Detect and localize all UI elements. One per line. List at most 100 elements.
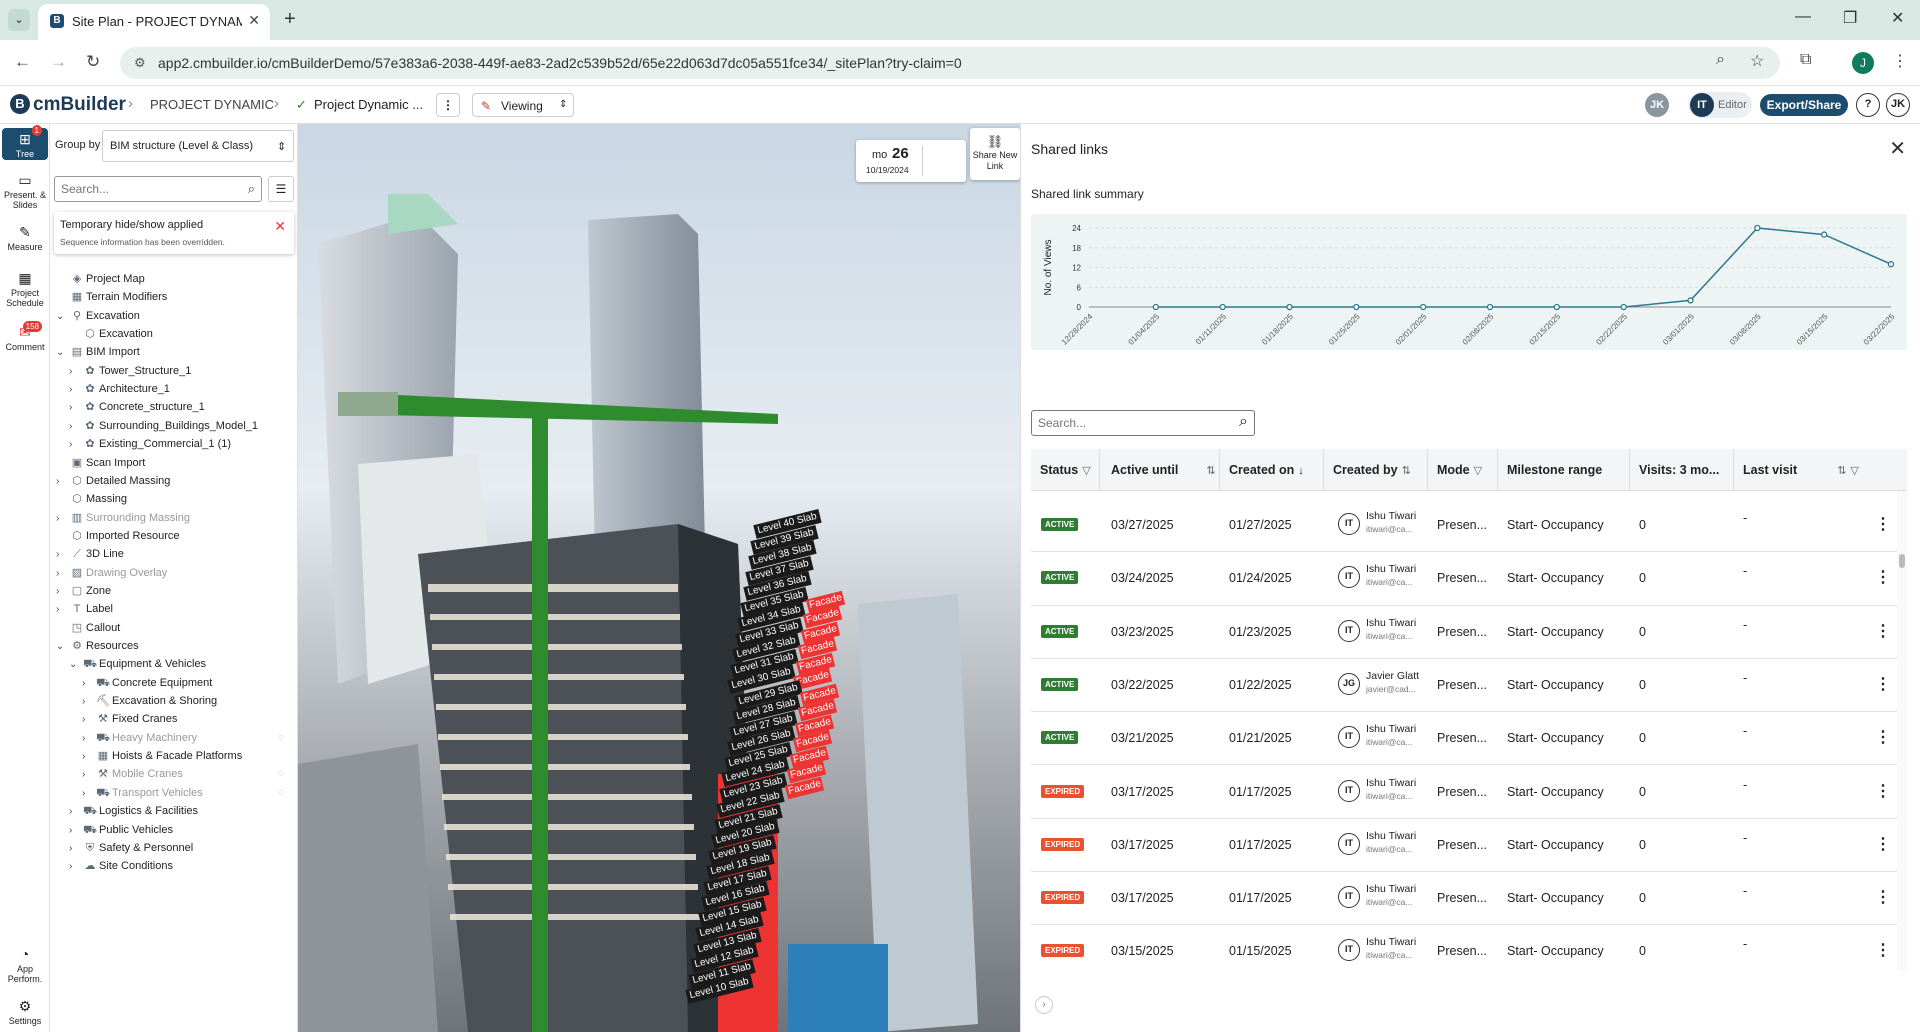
col-active-until[interactable]: Active until ⇅ bbox=[1111, 463, 1216, 477]
row-actions-icon[interactable]: ⋮ bbox=[1875, 621, 1891, 641]
table-row[interactable]: ACTIVE 03/22/2025 01/22/2025 JG Javier Glatt… bbox=[1031, 659, 1897, 713]
search-icon[interactable]: ⌕ bbox=[248, 181, 255, 197]
help-icon[interactable]: ? bbox=[1856, 93, 1880, 117]
app-logo[interactable]: BcmBuilder bbox=[10, 94, 126, 116]
tree-item[interactable]: › ▦ Hoists & Facade Platforms bbox=[82, 746, 292, 766]
breadcrumb-project[interactable]: PROJECT DYNAMIC bbox=[150, 97, 274, 112]
row-actions-icon[interactable]: ⋮ bbox=[1875, 567, 1891, 587]
share-new-link-button[interactable]: ⛓ Share New Link bbox=[970, 128, 1020, 180]
tree-item[interactable]: › ⛟ Logistics & Facilities bbox=[69, 801, 292, 821]
rail-tree-button[interactable]: ⊞ Tree 1 bbox=[2, 125, 48, 160]
back-icon[interactable]: ← bbox=[14, 52, 31, 72]
table-row[interactable]: EXPIRED 03/17/2025 01/17/2025 IT Ishu Tiwari… bbox=[1031, 819, 1897, 873]
tree-item[interactable]: ▣ Scan Import bbox=[56, 453, 292, 473]
tree-item[interactable]: ⌄ ⛟ Equipment & Vehicles bbox=[69, 654, 292, 674]
tree-item[interactable]: › ☁ Site Conditions bbox=[69, 856, 292, 876]
tree-item[interactable]: › ⛏ Excavation & Shoring bbox=[82, 691, 292, 711]
rail-measure-button[interactable]: ✎ Measure bbox=[2, 224, 48, 252]
hidden-eye-icon[interactable]: ◌ bbox=[278, 728, 284, 748]
bookmark-star-icon[interactable]: ☆ bbox=[1750, 51, 1764, 71]
tree-item[interactable]: › ✿ Concrete_structure_1 bbox=[69, 397, 292, 417]
next-page-button[interactable]: › bbox=[1035, 996, 1053, 1014]
tree-item[interactable]: ⬡ Excavation bbox=[69, 324, 292, 344]
col-created-on[interactable]: Created on ↓ bbox=[1229, 463, 1304, 477]
tab-search-icon[interactable]: ⌄ bbox=[8, 9, 30, 31]
col-status[interactable]: Status ▽ bbox=[1040, 463, 1091, 477]
row-actions-icon[interactable]: ⋮ bbox=[1875, 887, 1891, 907]
hidden-eye-icon[interactable]: ◌ bbox=[278, 783, 284, 803]
chevron-down-icon[interactable]: ⌄ bbox=[56, 307, 68, 327]
tree-item[interactable]: › ⚒ Fixed Cranes bbox=[82, 709, 292, 729]
chevron-right-icon[interactable]: › bbox=[69, 857, 81, 877]
editor-chip[interactable]: IT Editor bbox=[1688, 92, 1752, 118]
row-actions-icon[interactable]: ⋮ bbox=[1875, 727, 1891, 747]
tree-search-box[interactable]: ⌕ bbox=[54, 176, 262, 202]
more-options-button[interactable]: ⋮ bbox=[436, 93, 460, 117]
row-actions-icon[interactable]: ⋮ bbox=[1875, 674, 1891, 694]
table-row[interactable]: ACTIVE 03/24/2025 01/24/2025 IT Ishu Tiwari i… bbox=[1031, 552, 1897, 606]
user-avatar-jk[interactable]: JK bbox=[1645, 93, 1669, 117]
table-row[interactable]: EXPIRED 03/17/2025 01/17/2025 IT Ishu Tiwari… bbox=[1031, 766, 1897, 819]
tree-item[interactable]: ⌄ ⚙ Resources bbox=[56, 636, 292, 656]
tree-item[interactable]: › ⚒ Mobile Cranes ◌ bbox=[82, 764, 292, 784]
table-row[interactable]: EXPIRED 03/17/2025 01/17/2025 IT Ishu Tiwari… bbox=[1031, 872, 1897, 926]
hidden-eye-icon[interactable]: ◌ bbox=[278, 764, 284, 784]
filter-icon[interactable]: ▽ bbox=[1082, 465, 1090, 477]
site-info-icon[interactable]: ⚙ bbox=[134, 55, 146, 71]
tree-item[interactable]: ⬡ Imported Resource bbox=[56, 526, 292, 546]
col-visits[interactable]: Visits: 3 mo... bbox=[1639, 463, 1719, 477]
group-by-select[interactable]: BIM structure (Level & Class) ⇕ bbox=[102, 130, 294, 162]
rail-perform-button[interactable]: ◔ App Perform. bbox=[2, 946, 48, 984]
sort-icon[interactable]: ⇅ bbox=[1206, 465, 1215, 477]
zoom-icon[interactable]: ⌕ bbox=[1716, 51, 1725, 69]
tree-item[interactable]: › ▢ Zone bbox=[56, 581, 292, 601]
clear-override-icon[interactable]: ✕ bbox=[274, 218, 286, 235]
tree-item[interactable]: › ⛟ Heavy Machinery ◌ bbox=[82, 728, 292, 748]
user-menu-avatar[interactable]: JK bbox=[1886, 93, 1910, 117]
table-row[interactable]: ACTIVE 03/21/2025 01/21/2025 IT Ishu Tiwari i… bbox=[1031, 712, 1897, 766]
row-actions-icon[interactable]: ⋮ bbox=[1875, 834, 1891, 854]
row-actions-icon[interactable]: ⋮ bbox=[1875, 940, 1891, 960]
url-text[interactable]: app2.cmbuilder.io/cmBuilderDemo/57e383a6… bbox=[158, 55, 962, 71]
sort-desc-icon[interactable]: ↓ bbox=[1298, 465, 1304, 477]
row-actions-icon[interactable]: ⋮ bbox=[1875, 514, 1891, 534]
col-created-by[interactable]: Created by ⇅ bbox=[1333, 463, 1411, 477]
chevron-down-icon[interactable]: ⌄ bbox=[56, 637, 68, 657]
tree-item[interactable]: › ✿ Existing_Commercial_1 (1) bbox=[69, 434, 292, 454]
new-tab-icon[interactable]: + bbox=[284, 8, 296, 31]
tree-item[interactable]: › T Label bbox=[56, 599, 292, 619]
row-actions-icon[interactable]: ⋮ bbox=[1875, 781, 1891, 801]
tree-item[interactable]: › ⛨ Safety & Personnel bbox=[69, 838, 292, 858]
links-search-box[interactable]: ⌕ bbox=[1031, 410, 1255, 436]
tree-item[interactable]: › ▥ Surrounding Massing bbox=[56, 508, 292, 528]
tree-item[interactable]: › ⛟ Concrete Equipment bbox=[82, 673, 292, 693]
chevron-down-icon[interactable]: ⌄ bbox=[56, 343, 68, 363]
sort-icon[interactable]: ⇅ bbox=[1837, 465, 1846, 477]
links-search-input[interactable] bbox=[1038, 415, 1218, 431]
tree-item[interactable]: › ▨ Drawing Overlay bbox=[56, 563, 292, 583]
profile-avatar[interactable]: J bbox=[1852, 52, 1874, 74]
filter-icon[interactable]: ▽ bbox=[1474, 465, 1482, 477]
table-row[interactable]: ACTIVE 03/23/2025 01/23/2025 IT Ishu Tiwari i… bbox=[1031, 606, 1897, 659]
tree-item[interactable]: › ⟋ 3D Line bbox=[56, 544, 292, 564]
close-icon[interactable]: ✕ bbox=[1889, 136, 1906, 161]
tree-item[interactable]: ⬡ Massing bbox=[56, 489, 292, 509]
table-row[interactable]: EXPIRED 03/15/2025 01/15/2025 IT Ishu Tiwari… bbox=[1031, 925, 1897, 971]
browser-tab[interactable]: B Site Plan - PROJECT DYNAMIC ✕ bbox=[38, 4, 270, 40]
close-window-icon[interactable]: ✕ bbox=[1891, 8, 1904, 28]
extensions-icon[interactable]: ⧉ bbox=[1800, 51, 1811, 69]
close-tab-icon[interactable]: ✕ bbox=[248, 12, 260, 29]
forward-icon[interactable]: → bbox=[50, 52, 67, 72]
minimize-icon[interactable]: — bbox=[1795, 8, 1811, 26]
tree-filter-button[interactable]: ☰ bbox=[268, 176, 294, 202]
3d-viewport[interactable]: Level 40 Slab Level 39 Slab Level 38 Slab L… bbox=[298, 124, 1020, 1032]
tree-search-input[interactable] bbox=[61, 181, 231, 197]
tree-item[interactable]: ⌄ ⚲ Excavation bbox=[56, 306, 292, 326]
col-last-visit[interactable]: Last visit ⇅ ▽ bbox=[1743, 463, 1859, 477]
tree-item[interactable]: › ⛟ Public Vehicles bbox=[69, 820, 292, 840]
rail-schedule-button[interactable]: ▦ Project Schedule bbox=[2, 270, 48, 308]
rail-present-button[interactable]: ▭ Present. & Slides bbox=[2, 172, 48, 210]
tree-item[interactable]: › ✿ Surrounding_Buildings_Model_1 bbox=[69, 416, 292, 436]
mode-select[interactable]: ✎ Viewing ⇕ bbox=[472, 93, 574, 117]
sort-icon[interactable]: ⇅ bbox=[1402, 465, 1411, 477]
